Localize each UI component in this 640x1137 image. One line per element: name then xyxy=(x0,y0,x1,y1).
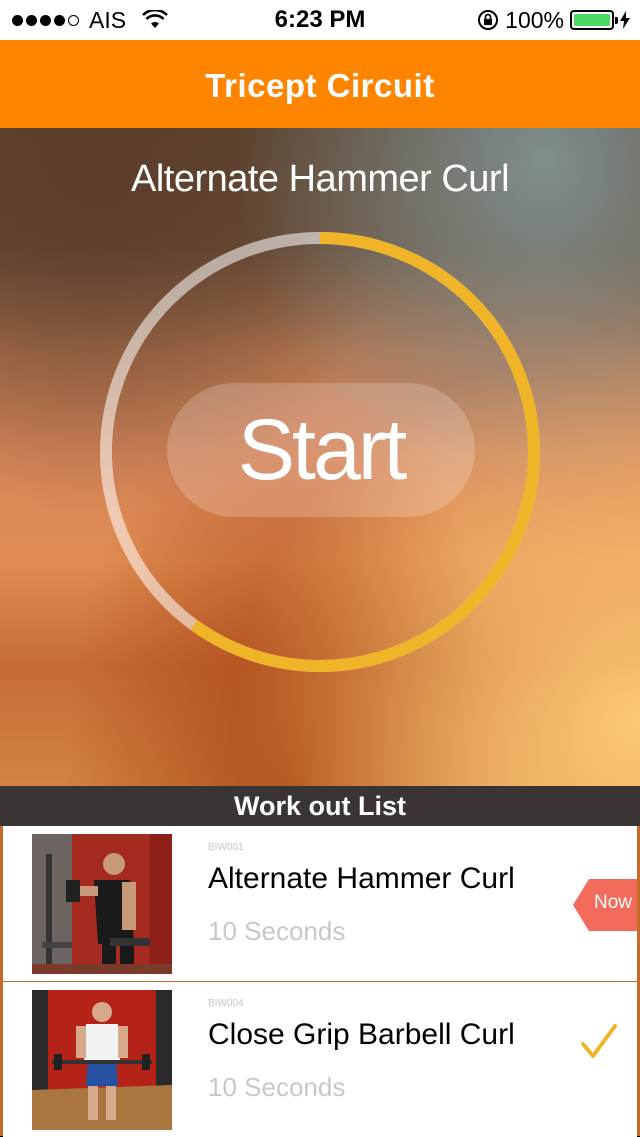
exercise-name: Close Grip Barbell Curl xyxy=(208,1018,515,1051)
exercise-name: Alternate Hammer Curl xyxy=(208,862,515,895)
battery-percent: 100% xyxy=(505,6,564,33)
exercise-duration: 10 Seconds xyxy=(208,1072,346,1102)
exercise-hero: Alternate Hammer Curl Start xyxy=(0,128,640,786)
list-item[interactable]: BIW004 Close Grip Barbell Curl 10 Second… xyxy=(3,982,637,1137)
status-right: 100% xyxy=(477,0,630,40)
workout-list: BIW001 Alternate Hammer Curl 10 Seconds … xyxy=(0,826,640,1137)
start-button[interactable]: Start xyxy=(167,383,475,517)
exercise-duration: 10 Seconds xyxy=(208,916,346,946)
exercise-code: BIW004 xyxy=(208,998,244,1009)
rotation-lock-icon xyxy=(478,10,499,30)
now-badge-label: Now xyxy=(594,892,633,913)
list-item[interactable]: BIW001 Alternate Hammer Curl 10 Seconds … xyxy=(3,826,637,981)
charging-bolt-icon xyxy=(620,11,630,29)
exercise-thumbnail xyxy=(32,834,172,974)
battery-icon xyxy=(570,10,618,30)
exercise-thumbnail xyxy=(32,990,172,1130)
page-title: Tricept Circuit xyxy=(0,40,640,128)
workout-list-title: Work out List xyxy=(0,786,640,826)
current-exercise-title: Alternate Hammer Curl xyxy=(130,158,510,200)
exercise-code: BIW001 xyxy=(208,842,244,853)
checkmark-icon xyxy=(581,1024,617,1058)
status-bar: AIS 6:23 PM 100% xyxy=(0,0,640,40)
